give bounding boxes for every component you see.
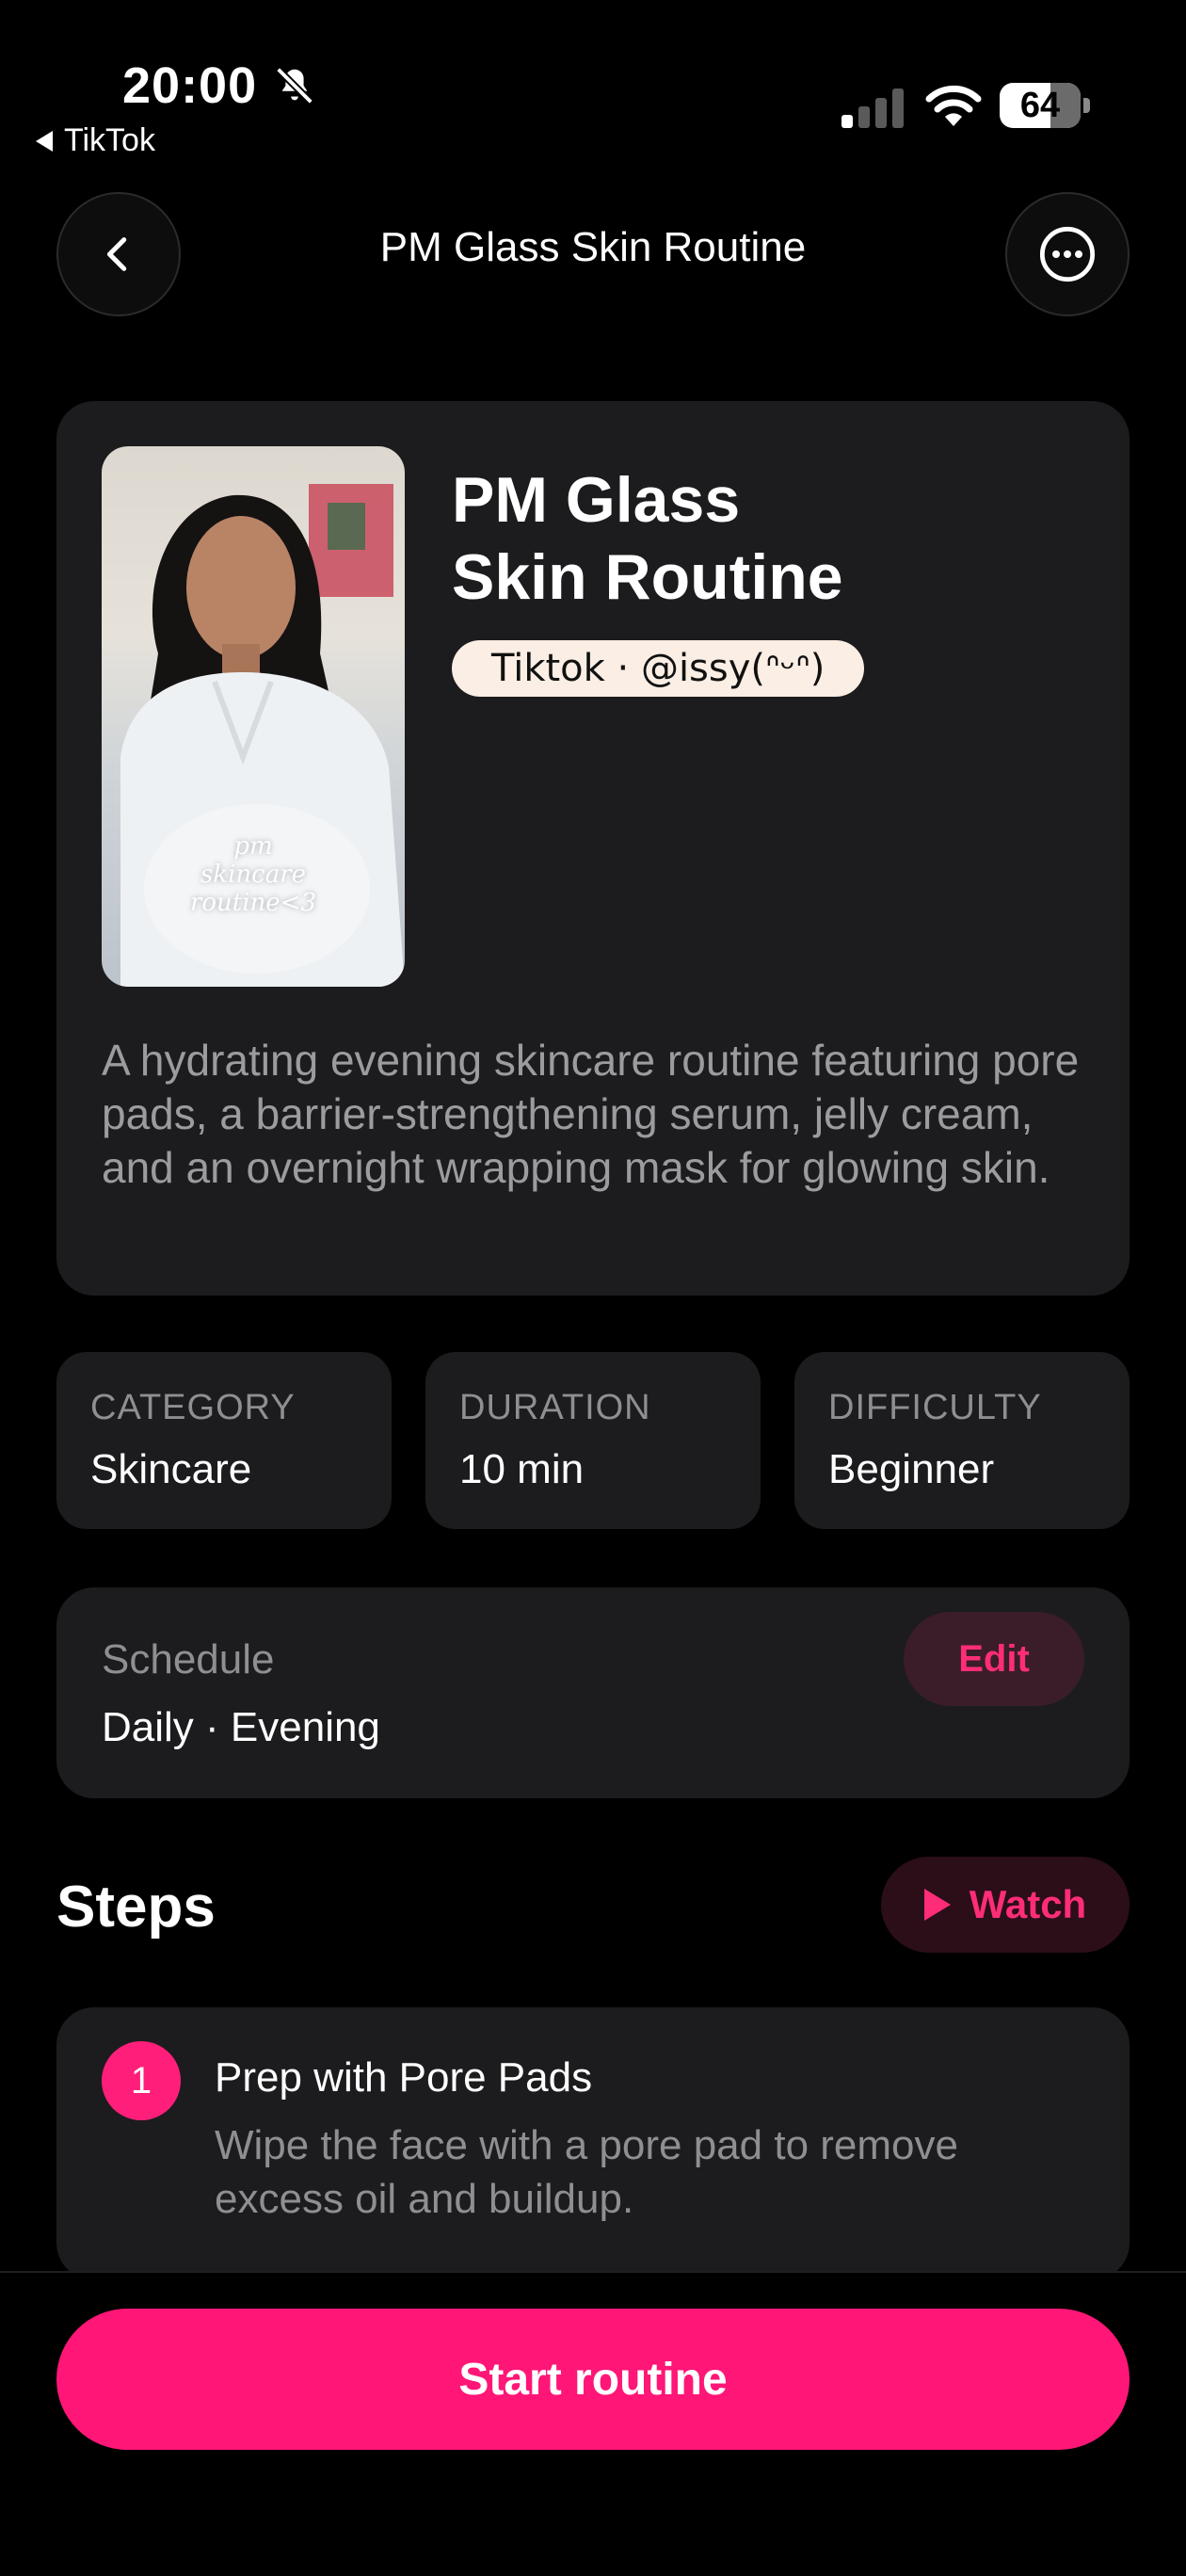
schedule-label: Schedule <box>102 1636 275 1682</box>
status-bar: 20:00 TikTok 64 <box>0 0 1186 169</box>
source-chip[interactable]: Tiktok · @issy(ᐢᵕᐢ) <box>452 640 865 697</box>
back-button[interactable] <box>56 192 181 316</box>
chevron-left-icon <box>106 237 127 271</box>
stat-label: DURATION <box>459 1388 651 1427</box>
thumbnail-caption: pm skincare routine<3 <box>189 832 317 917</box>
battery-icon: 64 <box>1000 83 1090 128</box>
stat-label: CATEGORY <box>90 1388 296 1427</box>
step-description: Wipe the face with a pore pad to remove … <box>215 2122 958 2222</box>
back-to-app-link[interactable]: TikTok <box>36 122 155 159</box>
stat-value: 10 min <box>459 1446 585 1492</box>
page-title: PM Glass Skin Routine <box>379 224 807 270</box>
ellipsis-circle-icon <box>1039 226 1096 282</box>
watch-label: Watch <box>969 1882 1087 1926</box>
more-options-button[interactable] <box>1005 192 1130 316</box>
step-number-badge: 1 <box>102 2041 181 2120</box>
schedule-value: Daily · Evening <box>102 1704 380 1750</box>
bottom-action-bar: Start routine <box>0 2271 1186 2576</box>
start-routine-button[interactable]: Start routine <box>56 2309 1130 2450</box>
routine-description: A hydrating evening skincare routine fea… <box>102 1036 1080 1192</box>
bell-slash-icon <box>276 67 313 105</box>
routine-hero-card: pm skincare routine<3 PM Glass Skin Rout… <box>56 401 1130 1296</box>
steps-heading: Steps <box>56 1875 216 1940</box>
status-time: 20:00 <box>122 57 258 114</box>
schedule-card: Schedule Daily · Evening Edit <box>56 1587 1130 1798</box>
routine-title: PM Glass Skin Routine <box>452 464 843 613</box>
step-title: Prep with Pore Pads <box>215 2054 593 2101</box>
battery-level: 64 <box>1019 86 1061 125</box>
stat-category: CATEGORY Skincare <box>56 1352 392 1529</box>
stat-duration: DURATION 10 min <box>425 1352 761 1529</box>
step-card[interactable]: 1 Prep with Pore Pads Wipe the face with… <box>56 2007 1130 2280</box>
stat-difficulty: DIFFICULTY Beginner <box>794 1352 1130 1529</box>
watch-button[interactable]: Watch <box>881 1857 1130 1953</box>
stat-label: DIFFICULTY <box>828 1388 1042 1427</box>
edit-schedule-button[interactable]: Edit <box>904 1612 1084 1706</box>
video-thumbnail[interactable]: pm skincare routine<3 <box>102 446 405 987</box>
stat-value: Beginner <box>828 1446 995 1492</box>
play-icon <box>923 1889 951 1921</box>
wifi-icon <box>925 85 982 126</box>
cellular-signal-icon <box>841 89 904 128</box>
back-triangle-icon <box>36 130 53 152</box>
back-app-label: TikTok <box>64 122 155 158</box>
stat-value: Skincare <box>90 1446 252 1492</box>
